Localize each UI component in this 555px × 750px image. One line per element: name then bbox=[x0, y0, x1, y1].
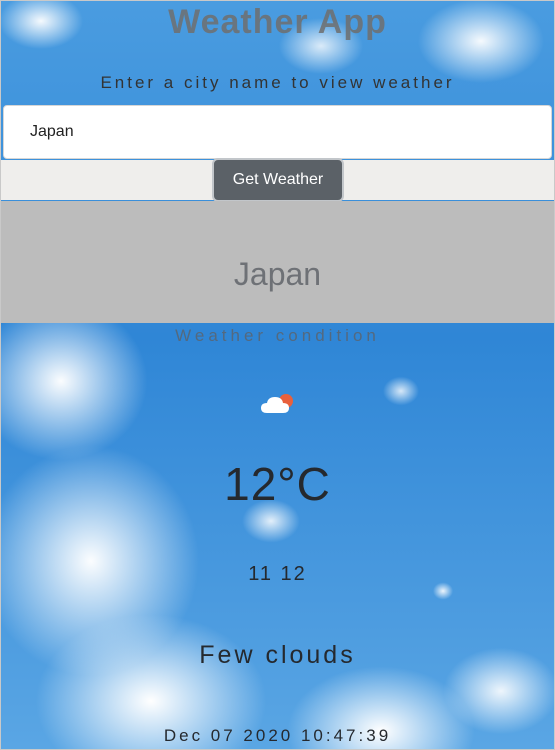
city-name: Japan bbox=[233, 256, 322, 292]
city-input[interactable] bbox=[3, 105, 552, 159]
few-clouds-icon bbox=[258, 389, 298, 417]
min-max-temperature: 11 12 bbox=[248, 563, 307, 585]
weather-condition-label: Weather condition bbox=[175, 326, 380, 345]
weather-description: Few clouds bbox=[199, 641, 356, 669]
temperature-value: 12°C bbox=[224, 458, 331, 510]
app-title: Weather App bbox=[168, 3, 387, 41]
date-time: Dec 07 2020 10:47:39 bbox=[163, 726, 392, 745]
get-weather-button[interactable]: Get Weather bbox=[212, 158, 344, 202]
weather-app-window: Weather App Enter a city name to view we… bbox=[0, 0, 555, 750]
app-subtitle: Enter a city name to view weather bbox=[100, 73, 455, 92]
